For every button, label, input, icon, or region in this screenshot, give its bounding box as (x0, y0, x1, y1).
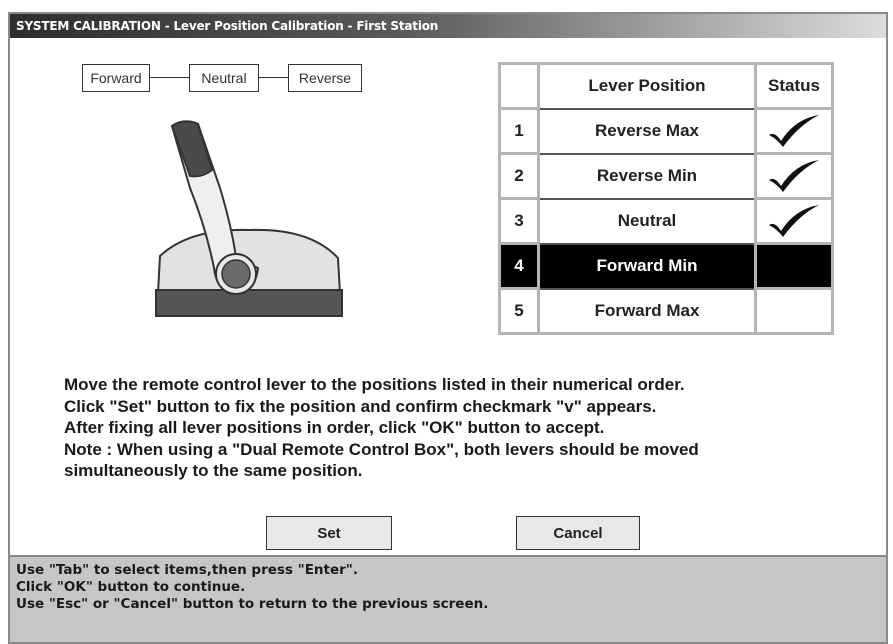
instructions-text: Move the remote control lever to the pos… (64, 374, 864, 482)
row-status (754, 287, 834, 335)
help-line: Click "OK" button to continue. (16, 579, 246, 595)
instruction-line: Click "Set" button to fix the position a… (64, 396, 657, 416)
help-line: Use "Esc" or "Cancel" button to return t… (16, 596, 489, 612)
help-status-bar: Use "Tab" to select items,then press "En… (10, 555, 886, 642)
checkmark-icon (769, 205, 819, 237)
row-number: 4 (498, 242, 540, 290)
cancel-button[interactable]: Cancel (516, 516, 640, 550)
row-number: 3 (498, 197, 540, 245)
flow-reverse-label: Reverse (288, 64, 362, 92)
row-status (754, 152, 834, 200)
flow-forward-label: Forward (82, 64, 150, 92)
flow-connector (149, 77, 189, 78)
row-status (754, 197, 834, 245)
instruction-line: Note : When using a "Dual Remote Control… (64, 439, 699, 459)
row-position: Reverse Min (537, 152, 757, 200)
help-line: Use "Tab" to select items,then press "En… (16, 562, 358, 578)
remote-lever-illustration (155, 120, 343, 317)
checkmark-icon (769, 160, 819, 192)
table-row[interactable]: 1 Reverse Max (498, 107, 834, 155)
row-position: Forward Min (537, 242, 757, 290)
row-position: Reverse Max (537, 107, 757, 155)
set-button[interactable]: Set (266, 516, 392, 550)
header-lever-position: Lever Position (537, 62, 757, 110)
lever-position-table: Lever Position Status 1 Reverse Max 2 Re… (498, 62, 834, 335)
row-status (754, 242, 834, 290)
row-position: Neutral (537, 197, 757, 245)
table-row[interactable]: 2 Reverse Min (498, 152, 834, 200)
flow-neutral-label: Neutral (189, 64, 259, 92)
table-header-row: Lever Position Status (498, 62, 834, 110)
table-row[interactable]: 3 Neutral (498, 197, 834, 245)
window-title: SYSTEM CALIBRATION - Lever Position Cali… (10, 14, 886, 38)
table-row[interactable]: 5 Forward Max (498, 287, 834, 335)
calibration-window: SYSTEM CALIBRATION - Lever Position Cali… (8, 12, 888, 644)
instruction-line: simultaneously to the same position. (64, 461, 363, 480)
header-number (498, 62, 540, 110)
row-number: 2 (498, 152, 540, 200)
instruction-line: After fixing all lever positions in orde… (64, 418, 605, 437)
row-position: Forward Max (537, 287, 757, 335)
row-number: 1 (498, 107, 540, 155)
row-number: 5 (498, 287, 540, 335)
instruction-line: Move the remote control lever to the pos… (64, 375, 685, 394)
flow-connector (258, 77, 288, 78)
checkmark-icon (769, 115, 819, 147)
table-row-selected[interactable]: 4 Forward Min (498, 242, 834, 290)
row-status (754, 107, 834, 155)
header-status: Status (754, 62, 834, 110)
